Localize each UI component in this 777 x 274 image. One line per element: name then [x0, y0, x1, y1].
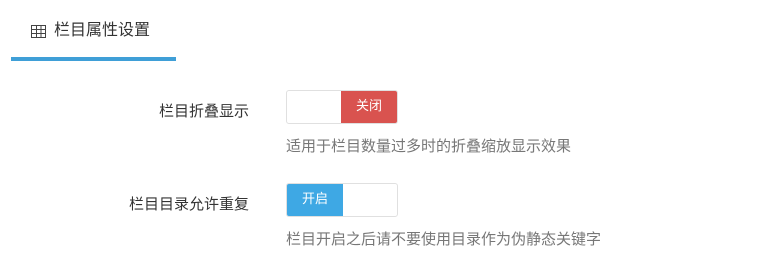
tab-bar: 栏目属性设置 — [0, 0, 777, 62]
column-collapse-toggle[interactable]: 关闭 — [286, 90, 398, 124]
duplicate-directory-toggle[interactable]: 开启 — [286, 183, 398, 217]
setting-help-duplicate-directory: 栏目开启之后请不要使用目录作为伪静态关键字 — [286, 230, 602, 248]
tab-label: 栏目属性设置 — [54, 20, 151, 39]
setting-help-column-collapse: 适用于栏目数量过多时的折叠缩放显示效果 — [286, 137, 572, 155]
toggle-state-label: 关闭 — [341, 91, 397, 123]
setting-label-duplicate-directory: 栏目目录允许重复 — [128, 195, 249, 213]
tab-column-attribute-settings[interactable]: 栏目属性设置 — [11, 0, 176, 62]
tab-active-underline — [11, 57, 176, 61]
toggle-state-label: 开启 — [287, 184, 343, 216]
table-icon — [31, 23, 46, 38]
setting-label-column-collapse: 栏目折叠显示 — [158, 102, 249, 120]
